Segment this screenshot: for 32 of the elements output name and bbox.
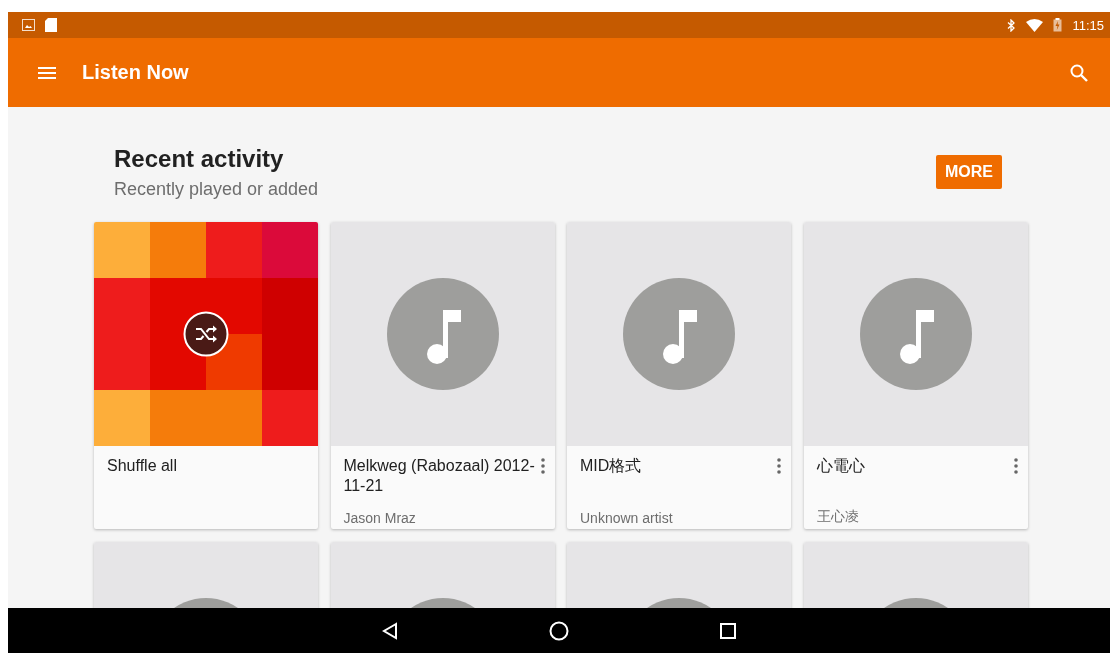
shuffle-icon[interactable] [183, 311, 229, 357]
artist-name: Unknown artist [580, 510, 674, 526]
wifi-icon [1026, 18, 1044, 32]
artist-name: 王心凌 [816, 508, 860, 526]
search-icon[interactable] [1070, 63, 1088, 82]
back-icon[interactable] [381, 621, 399, 640]
recents-icon[interactable] [719, 621, 737, 640]
battery-icon [1053, 18, 1063, 32]
more-options-icon[interactable] [540, 458, 545, 474]
album-title: Melkweg (Rabozaal) 2012-11-21 [343, 456, 536, 496]
menu-icon[interactable] [38, 66, 56, 79]
album-title: MID格式 [580, 456, 643, 476]
sd-card-icon [45, 18, 57, 32]
music-note-icon [386, 278, 499, 390]
more-options-icon[interactable] [777, 458, 781, 474]
album-title: Shuffle all [107, 456, 178, 476]
artist-name: Jason Mraz [343, 510, 417, 526]
bluetooth-icon [1007, 18, 1017, 32]
section-subtitle: Recently played or added [114, 179, 320, 200]
status-time: 11:15 [1072, 17, 1104, 33]
app-title: Listen Now [82, 61, 189, 84]
album-card[interactable]: MID格式 Unknown artist [567, 222, 791, 529]
more-options-icon[interactable] [1013, 458, 1018, 474]
section-title: Recent activity [114, 145, 285, 173]
album-card[interactable]: Shuffle all [94, 222, 318, 529]
home-icon[interactable] [549, 620, 569, 641]
music-note-icon [859, 278, 972, 390]
image-icon [22, 19, 35, 31]
album-title: 心電心 [816, 456, 866, 476]
album-card[interactable]: 心電心 王心凌 [803, 222, 1028, 529]
album-card[interactable]: Melkweg (Rabozaal) 2012-11-21 Jason Mraz [330, 222, 555, 529]
music-note-icon [623, 278, 735, 390]
